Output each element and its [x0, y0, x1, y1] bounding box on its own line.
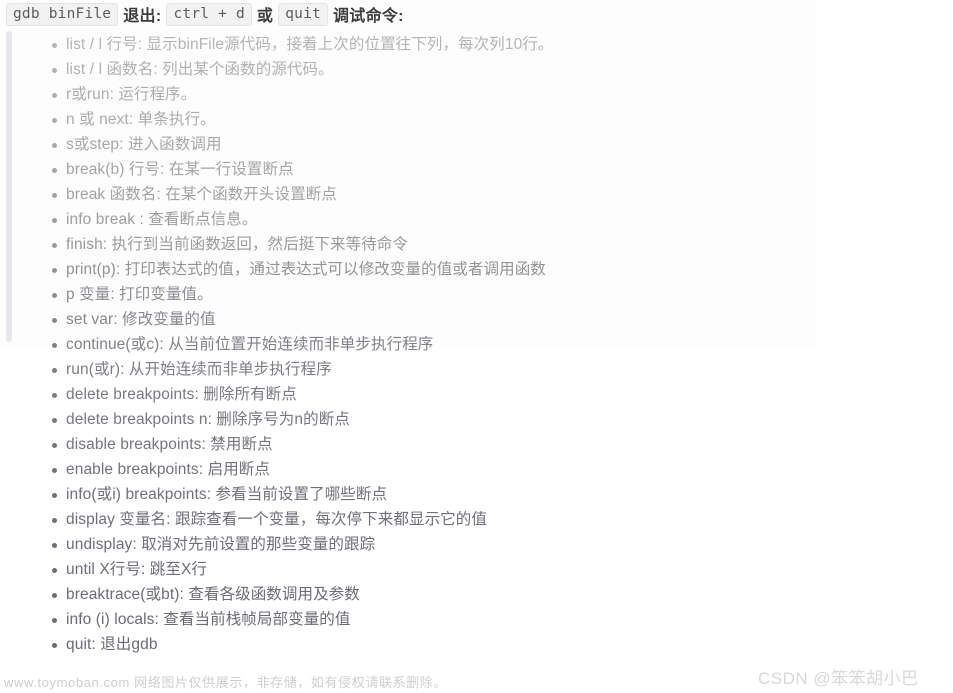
- header-label-exit: 退出:: [123, 8, 162, 25]
- header-label-debug-commands: 调试命令:: [332, 8, 404, 25]
- command-list-item: display 变量名: 跟踪查看一个变量，每次停下来都显示它的值: [0, 507, 953, 532]
- command-text: info break : 查看断点信息。: [66, 211, 258, 228]
- command-text: break 函数名: 在某个函数开头设置断点: [66, 186, 337, 203]
- badge-gdb-binfile[interactable]: gdb binFile: [6, 2, 119, 26]
- command-text: print(p): 打印表达式的值，通过表达式可以修改变量的值或者调用函数: [66, 261, 546, 278]
- command-text: enable breakpoints: 启用断点: [66, 461, 270, 478]
- command-list-item: info break : 查看断点信息。: [0, 207, 953, 232]
- command-text: quit: 退出gdb: [66, 636, 158, 653]
- command-text: r或run: 运行程序。: [66, 86, 197, 103]
- watermark-site-notice: www.toymoban.com 网络图片仅供展示，非存储，如有侵权请联系删除。: [4, 675, 447, 690]
- command-text: undisplay: 取消对先前设置的那些变量的跟踪: [66, 536, 376, 553]
- command-list-item: break(b) 行号: 在某一行设置断点: [0, 157, 953, 182]
- command-list-item: info(或i) breakpoints: 参看当前设置了哪些断点: [0, 482, 953, 507]
- command-text: p 变量: 打印变量值。: [66, 286, 213, 303]
- command-list-item: r或run: 运行程序。: [0, 82, 953, 107]
- command-list-item: enable breakpoints: 启用断点: [0, 457, 953, 482]
- command-list-item: continue(或c): 从当前位置开始连续而非单步执行程序: [0, 332, 953, 357]
- command-text: delete breakpoints: 删除所有断点: [66, 386, 297, 403]
- command-list-item: quit: 退出gdb: [0, 632, 953, 657]
- watermark-author: CSDN @笨笨胡小巴: [758, 669, 919, 688]
- header-command-line: gdb binFile 退出: ctrl + d 或 quit 调试命令:: [6, 2, 409, 26]
- command-text: breaktrace(或bt): 查看各级函数调用及参数: [66, 586, 360, 603]
- command-text: display 变量名: 跟踪查看一个变量，每次停下来都显示它的值: [66, 511, 487, 528]
- command-list-item: info (i) locals: 查看当前栈帧局部变量的值: [0, 607, 953, 632]
- command-list-item: print(p): 打印表达式的值，通过表达式可以修改变量的值或者调用函数: [0, 257, 953, 282]
- command-list-item: break 函数名: 在某个函数开头设置断点: [0, 182, 953, 207]
- badge-quit[interactable]: quit: [278, 2, 328, 26]
- command-list-item: until X行号: 跳至X行: [0, 557, 953, 582]
- command-text: list / l 函数名: 列出某个函数的源代码。: [66, 61, 334, 78]
- command-list-item: s或step: 进入函数调用: [0, 132, 953, 157]
- command-text: run(或r): 从开始连续而非单步执行程序: [66, 361, 332, 378]
- header-label-or: 或: [256, 8, 274, 25]
- command-list-item: delete breakpoints: 删除所有断点: [0, 382, 953, 407]
- command-list-item: n 或 next: 单条执行。: [0, 107, 953, 132]
- command-text: info(或i) breakpoints: 参看当前设置了哪些断点: [66, 486, 388, 503]
- command-list-item: breaktrace(或bt): 查看各级函数调用及参数: [0, 582, 953, 607]
- command-list-item: set var: 修改变量的值: [0, 307, 953, 332]
- command-text: finish: 执行到当前函数返回，然后挺下来等待命令: [66, 236, 408, 253]
- command-text: delete breakpoints n: 删除序号为n的断点: [66, 411, 350, 428]
- command-text: break(b) 行号: 在某一行设置断点: [66, 161, 294, 178]
- command-list-item: undisplay: 取消对先前设置的那些变量的跟踪: [0, 532, 953, 557]
- command-text: disable breakpoints: 禁用断点: [66, 436, 273, 453]
- command-text: s或step: 进入函数调用: [66, 136, 222, 153]
- command-list-item: list / l 函数名: 列出某个函数的源代码。: [0, 57, 953, 82]
- command-list-item: list / l 行号: 显示binFile源代码，接着上次的位置往下列，每次列…: [0, 32, 953, 57]
- command-text: list / l 行号: 显示binFile源代码，接着上次的位置往下列，每次列…: [66, 36, 554, 53]
- command-text: set var: 修改变量的值: [66, 311, 216, 328]
- command-text: continue(或c): 从当前位置开始连续而非单步执行程序: [66, 336, 434, 353]
- command-list-item: delete breakpoints n: 删除序号为n的断点: [0, 407, 953, 432]
- command-text: until X行号: 跳至X行: [66, 561, 208, 578]
- badge-ctrl-d[interactable]: ctrl + d: [166, 2, 252, 26]
- gdb-command-list: list / l 行号: 显示binFile源代码，接着上次的位置往下列，每次列…: [0, 32, 953, 657]
- command-text: n 或 next: 单条执行。: [66, 111, 216, 128]
- command-list-item: run(或r): 从开始连续而非单步执行程序: [0, 357, 953, 382]
- command-list-item: p 变量: 打印变量值。: [0, 282, 953, 307]
- command-text: info (i) locals: 查看当前栈帧局部变量的值: [66, 611, 351, 628]
- command-list-item: finish: 执行到当前函数返回，然后挺下来等待命令: [0, 232, 953, 257]
- command-list-item: disable breakpoints: 禁用断点: [0, 432, 953, 457]
